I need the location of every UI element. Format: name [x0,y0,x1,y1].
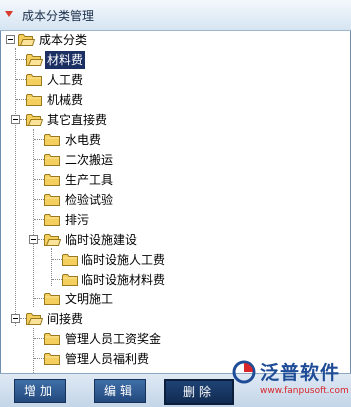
tree-node-mgmt-salary[interactable]: 管理人员工资奖金 [1,330,301,348]
collapse-toggle-icon[interactable] [29,235,38,244]
folder-icon [44,292,61,305]
tree-node-label: 生产工具 [65,173,114,187]
folder-open-icon [18,33,35,46]
tree-node-utilities[interactable]: 水电费 [1,131,301,149]
tree-node-label: 成本分类 [39,33,88,47]
delete-button[interactable]: 删除 [164,379,234,405]
folder-icon [44,153,61,166]
fanpu-logo-icon [232,360,256,384]
tree-node-indirect[interactable]: 间接费 [1,310,301,328]
collapse-arrow-icon[interactable] [4,9,14,19]
tree-node-secondary-transport[interactable]: 二次搬运 [1,151,301,169]
tree-node-root[interactable]: 成本分类 [1,31,301,49]
tree-node-label: 二次搬运 [65,153,114,167]
folder-open-icon [26,113,43,126]
tree-node-labor[interactable]: 人工费 [1,71,301,89]
collapse-toggle-icon[interactable] [11,314,20,323]
tree-node-machinery[interactable]: 机械费 [1,91,301,109]
add-button[interactable]: 增加 [14,379,66,403]
tree-panel: 成本分类 材料费 人工费 机械费 其它直接费 水电费 二次搬运 生产工具 检验试… [0,31,351,373]
folder-icon [26,93,43,106]
tree-node-temp-facility[interactable]: 临时设施建设 [1,231,301,249]
folder-open-icon [44,233,61,246]
tree-node-label: 临时设施材料费 [81,273,166,287]
collapse-toggle-icon[interactable] [11,115,20,124]
folder-icon [44,352,61,365]
tree-node-label: 检验试验 [65,193,114,207]
folder-icon [62,273,79,286]
folder-icon [26,73,43,86]
folder-icon [44,213,61,226]
tree-node-label: 材料费 [45,51,86,69]
folder-icon [62,253,79,266]
brand-logo: 泛普软件 www.fanpusoft.com [232,356,350,406]
tree-node-material[interactable]: 材料费 [1,51,301,69]
tree-node-label: 间接费 [47,312,84,326]
tree-node-inspection[interactable]: 检验试验 [1,191,301,209]
tree-node-label: 排污 [65,213,90,227]
collapse-toggle-icon[interactable] [6,35,15,44]
tree-node-other-direct[interactable]: 其它直接费 [1,111,301,129]
tree-node-label: 临时设施人工费 [81,253,166,267]
tree-node-label: 临时设施建设 [65,233,138,247]
title-bar: 成本分类管理 [0,0,351,31]
folder-icon [44,173,61,186]
tree-node-label: 人工费 [47,73,84,87]
folder-icon [44,332,61,345]
brand-url: www.fanpusoft.com [260,386,349,396]
tree-node-label: 其它直接费 [47,113,108,127]
tree-node-label: 管理人员工资奖金 [65,332,162,346]
folder-icon [44,133,61,146]
window-title: 成本分类管理 [22,9,95,23]
tree-node-label: 文明施工 [65,292,114,306]
tree-node-label: 管理人员福利费 [65,352,150,366]
tree-node-label: 水电费 [65,133,102,147]
tree-node-label: 机械费 [47,93,84,107]
tree-node-production-tools[interactable]: 生产工具 [1,171,301,189]
tree-node-temp-labor[interactable]: 临时设施人工费 [1,251,301,269]
brand-name: 泛普软件 [260,362,341,384]
tree-node-temp-material[interactable]: 临时设施材料费 [1,271,301,289]
folder-open-icon [26,312,43,325]
folder-open-icon [26,53,43,66]
folder-icon [44,193,61,206]
tree-node-civilized-construction[interactable]: 文明施工 [1,290,301,308]
edit-button[interactable]: 编辑 [94,379,146,403]
tree-node-sewage[interactable]: 排污 [1,211,301,229]
